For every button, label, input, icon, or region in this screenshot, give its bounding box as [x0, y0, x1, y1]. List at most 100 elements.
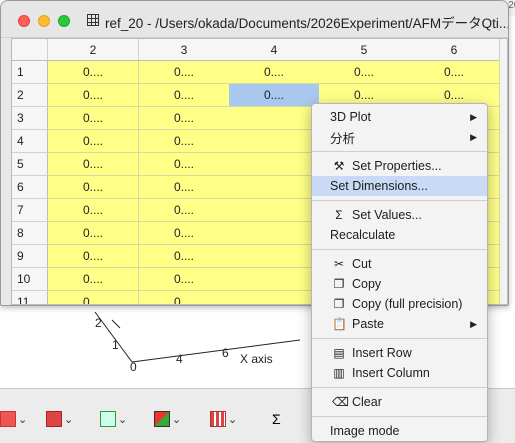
maximize-icon[interactable]: [58, 15, 70, 27]
table-cell[interactable]: [229, 268, 320, 291]
table-cell[interactable]: 0....: [48, 268, 139, 291]
menu-item-cut[interactable]: ✂ Cut: [312, 254, 487, 274]
table-cell[interactable]: [229, 176, 320, 199]
copy-icon: ❐: [333, 277, 345, 291]
menu-item-set-properties[interactable]: ⚒ Set Properties...: [312, 156, 487, 176]
sigma-button[interactable]: Σ: [272, 409, 281, 429]
row-header[interactable]: 3: [12, 107, 48, 130]
menu-item-analysis[interactable]: 分析 ▶: [312, 127, 487, 147]
column-header[interactable]: 3: [139, 39, 230, 61]
menu-item-label: Insert Row: [352, 346, 412, 360]
menu-item-insert-column[interactable]: ▥ Insert Column: [312, 363, 487, 383]
row-header[interactable]: 8: [12, 222, 48, 245]
menu-item-label: Set Properties...: [352, 159, 442, 173]
menu-item-clear[interactable]: ⌫ Clear: [312, 392, 487, 412]
menu-item-set-values[interactable]: Σ Set Values...: [312, 205, 487, 225]
menu-separator: [312, 416, 487, 417]
table-cell[interactable]: 0....: [139, 107, 230, 130]
menu-item-set-dimensions[interactable]: Set Dimensions...: [312, 176, 487, 196]
table-cell[interactable]: [229, 199, 320, 222]
menu-item-label: Insert Column: [352, 366, 430, 380]
sigma-icon: Σ: [272, 411, 281, 427]
column-header[interactable]: 4: [229, 39, 320, 61]
table-cell[interactable]: 0....: [139, 222, 230, 245]
menu-item-insert-row[interactable]: ▤ Insert Row: [312, 343, 487, 363]
menu-item-image-mode[interactable]: Image mode: [312, 421, 487, 441]
menu-item-copy[interactable]: ❐ Copy: [312, 274, 487, 294]
menu-item-recalculate[interactable]: Recalculate: [312, 225, 487, 245]
menu-item-3d-plot[interactable]: 3D Plot ▶: [312, 107, 487, 127]
table-cell[interactable]: 0....: [229, 84, 320, 107]
table-cell[interactable]: 0....: [48, 61, 139, 84]
table-cell[interactable]: 0....: [48, 130, 139, 153]
color-map-button[interactable]: ⌄: [154, 409, 181, 429]
row-header[interactable]: 1: [12, 61, 48, 84]
chevron-down-icon: ⌄: [172, 413, 182, 426]
row-header[interactable]: 10: [12, 268, 48, 291]
table-cell[interactable]: [229, 107, 320, 130]
menu-item-label: Clear: [352, 395, 382, 409]
table-cell[interactable]: 0....: [139, 291, 230, 304]
table-cell[interactable]: 0....: [139, 84, 230, 107]
table-cell[interactable]: 0....: [139, 153, 230, 176]
table-cell[interactable]: [229, 130, 320, 153]
clipboard-icon: 📋: [332, 317, 347, 331]
axis-tick-label: 4: [176, 352, 183, 366]
table-cell[interactable]: 0....: [48, 176, 139, 199]
table-cell[interactable]: 0....: [48, 153, 139, 176]
menu-item-label: Copy: [352, 277, 382, 291]
menu-item-label: Set Dimensions...: [330, 179, 428, 193]
table-cell[interactable]: 0....: [48, 199, 139, 222]
table-cell[interactable]: 0....: [139, 176, 230, 199]
row-header[interactable]: 11: [12, 291, 48, 304]
table-cell[interactable]: 0....: [319, 61, 410, 84]
row-header[interactable]: 5: [12, 153, 48, 176]
table-cell[interactable]: 0....: [48, 107, 139, 130]
menu-item-copy-full-precision[interactable]: ❐ Copy (full precision): [312, 294, 487, 314]
scissors-icon: ✂: [333, 257, 345, 271]
row-header[interactable]: 2: [12, 84, 48, 107]
table-cell[interactable]: 0....: [48, 222, 139, 245]
table-cell[interactable]: 0....: [48, 84, 139, 107]
table-cell[interactable]: 0....: [48, 291, 139, 304]
table-cell[interactable]: 0....: [139, 245, 230, 268]
menu-item-label: Image mode: [330, 424, 400, 438]
table-cell[interactable]: [229, 291, 320, 304]
table-cell[interactable]: [229, 222, 320, 245]
menu-item-label: 3D Plot: [330, 110, 371, 124]
row-header[interactable]: 7: [12, 199, 48, 222]
chevron-down-icon: ⌄: [64, 413, 74, 426]
row-header[interactable]: 9: [12, 245, 48, 268]
insert-column-icon: ▥: [333, 366, 345, 380]
cube-icon: [46, 411, 62, 427]
menu-item-label: 分析: [330, 131, 356, 146]
table-cell[interactable]: 0....: [139, 268, 230, 291]
table-cell[interactable]: 0....: [139, 130, 230, 153]
column-header[interactable]: 5: [319, 39, 410, 61]
table-cell[interactable]: [229, 153, 320, 176]
title-bar[interactable]: ref_20 - /Users/okada/Documents/2026Expe…: [1, 1, 508, 38]
surface-plot-button[interactable]: ⌄: [46, 409, 73, 429]
row-header[interactable]: 6: [12, 176, 48, 199]
table-cell[interactable]: [229, 245, 320, 268]
grid-plot-button[interactable]: ⌄: [100, 409, 127, 429]
table-cell[interactable]: 0....: [409, 61, 500, 84]
axis-tick-label: 6: [222, 346, 229, 360]
table-cell[interactable]: 0....: [139, 61, 230, 84]
row-header[interactable]: 4: [12, 130, 48, 153]
chevron-down-icon: ⌄: [228, 413, 238, 426]
menu-item-paste[interactable]: 📋 Paste ▶: [312, 314, 487, 334]
column-header[interactable]: 6: [409, 39, 500, 61]
close-icon[interactable]: [18, 15, 30, 27]
minimize-icon[interactable]: [38, 15, 50, 27]
submenu-arrow-icon: ▶: [470, 318, 477, 329]
menu-separator: [312, 200, 487, 201]
table-cell[interactable]: 0....: [139, 199, 230, 222]
table-cell[interactable]: 0....: [229, 61, 320, 84]
sigma-icon: Σ: [335, 208, 343, 222]
axis-tick-label: 2: [95, 316, 102, 330]
table-cell[interactable]: 0....: [48, 245, 139, 268]
bar-plot-button[interactable]: ⌄: [210, 409, 237, 429]
plot-type-button[interactable]: ⌄: [0, 409, 27, 429]
column-header[interactable]: 2: [48, 39, 139, 61]
